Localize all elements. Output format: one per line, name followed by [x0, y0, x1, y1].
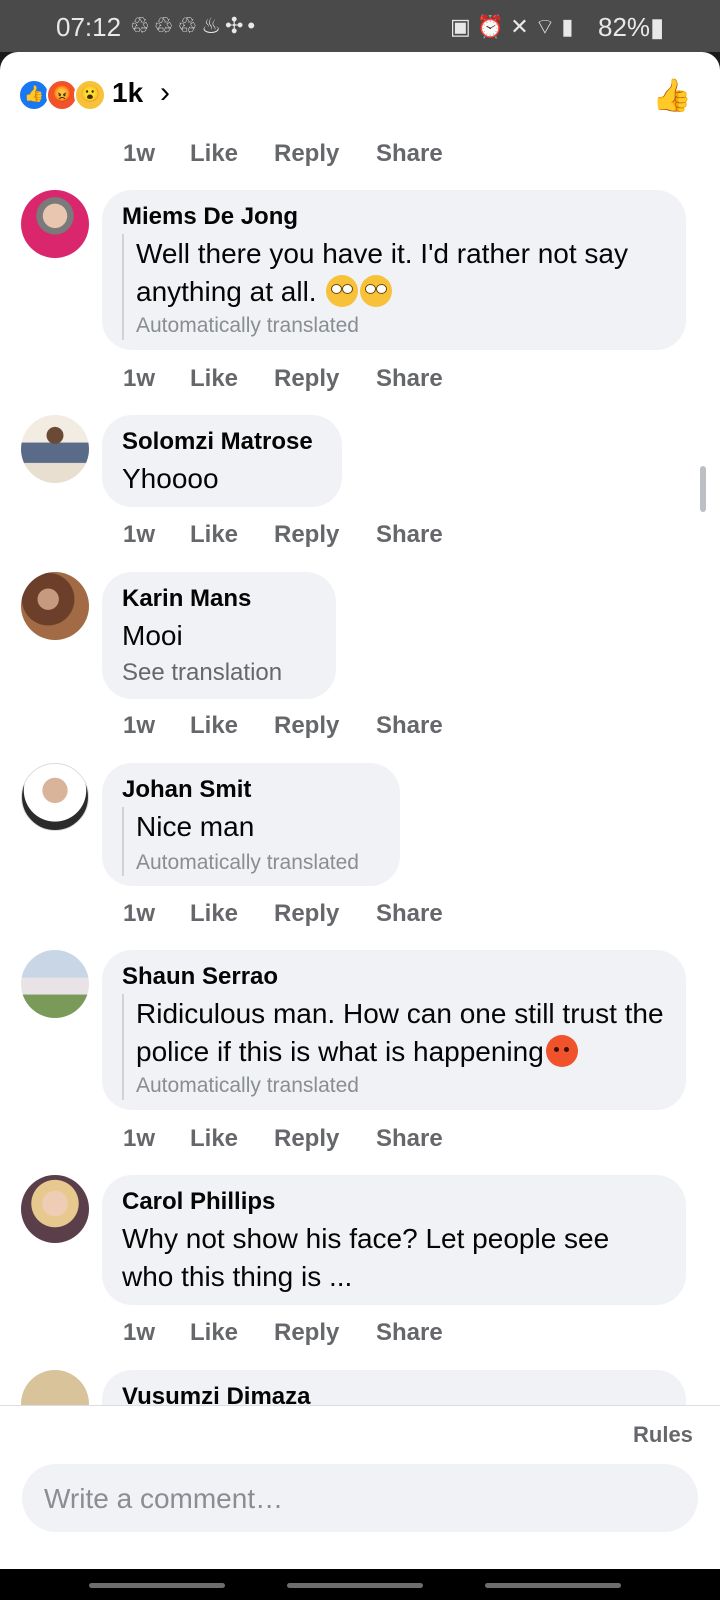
- comment-text: Ridiculous man. How can one still trust …: [136, 998, 664, 1067]
- comment-bubble[interactable]: Karin Mans Mooi See translation: [102, 572, 336, 699]
- auto-translated-label: Automatically translated: [136, 314, 359, 337]
- comment-footer: Rules: [0, 1405, 720, 1569]
- commenter-name[interactable]: Carol Phillips: [122, 1188, 275, 1216]
- like-link[interactable]: Like: [190, 140, 238, 168]
- dot-icon: •: [247, 13, 260, 38]
- comment-text: Why not show his face? Let people see wh…: [122, 1223, 610, 1292]
- reaction-count: 1k: [112, 77, 144, 108]
- reply-link[interactable]: Reply: [274, 1319, 339, 1347]
- see-translation-link[interactable]: See translation: [122, 659, 282, 687]
- nav-recents-icon[interactable]: [89, 1583, 225, 1588]
- share-link[interactable]: Share: [376, 521, 443, 549]
- navigation-bar: [0, 1569, 720, 1600]
- comments-sheet: 👍 😡 😮 1k › 👍 1w Like Reply Share Miems D…: [0, 52, 720, 1569]
- rules-link[interactable]: Rules: [633, 1422, 693, 1448]
- like-link[interactable]: Like: [190, 521, 238, 549]
- like-button-icon[interactable]: 👍: [652, 76, 692, 114]
- wifi-icon: ⌔: [534, 14, 562, 39]
- angry-emoji-icon: [545, 1035, 578, 1067]
- app-icon: ✣: [224, 13, 248, 38]
- signal-icon: ▮: [561, 14, 580, 39]
- commenter-name[interactable]: Shaun Serrao: [122, 963, 278, 991]
- like-link[interactable]: Like: [190, 712, 238, 740]
- reply-link[interactable]: Reply: [274, 900, 339, 928]
- commenter-name[interactable]: Solomzi Matrose: [122, 428, 313, 456]
- battery-saver-icon: ▣: [450, 14, 477, 39]
- comment-text: Well there you have it. I'd rather not s…: [136, 238, 628, 307]
- chevron-right-icon[interactable]: ›: [160, 76, 170, 110]
- share-link[interactable]: Share: [376, 712, 443, 740]
- avatar[interactable]: [21, 415, 89, 483]
- auto-translated-label: Automatically translated: [136, 851, 359, 874]
- status-bar: 07:12 ♲♲♲♨✣• ▣⏰✕⌔▮ 82%▮: [0, 0, 720, 52]
- comment-input[interactable]: [42, 1464, 676, 1534]
- rolling-eyes-emoji-icon: [326, 275, 359, 307]
- comment-time: 1w: [123, 712, 156, 739]
- battery-level: 82%▮: [598, 12, 665, 42]
- avatar[interactable]: [21, 190, 89, 258]
- comment-bubble[interactable]: Shaun Serrao Ridiculous man. How can one…: [102, 950, 686, 1110]
- sync-icon: ♲: [130, 13, 154, 38]
- notification-icons: ♲♲♲♨✣•: [130, 13, 259, 39]
- sync-icon: ♲: [153, 13, 178, 38]
- avatar[interactable]: [21, 950, 89, 1018]
- reply-link[interactable]: Reply: [274, 140, 339, 168]
- avatar[interactable]: [21, 763, 89, 831]
- nav-back-icon[interactable]: [485, 1583, 621, 1588]
- comment-text: Mooi: [122, 620, 183, 651]
- comment-bubble[interactable]: Miems De Jong Well there you have it. I'…: [102, 190, 686, 350]
- commenter-name[interactable]: Miems De Jong: [122, 203, 298, 231]
- comment-time: 1w: [123, 140, 156, 167]
- alarm-icon: ⏰: [476, 14, 511, 39]
- comment-bubble[interactable]: Carol Phillips Why not show his face? Le…: [102, 1175, 686, 1305]
- share-link[interactable]: Share: [376, 140, 443, 168]
- share-link[interactable]: Share: [376, 900, 443, 928]
- comment-list[interactable]: 1w Like Reply Share Miems De Jong Well t…: [0, 132, 720, 1485]
- comment-text: Yhoooo: [122, 463, 219, 494]
- comment-bubble[interactable]: Solomzi Matrose Yhoooo: [102, 415, 342, 507]
- translation-bar: [122, 234, 124, 340]
- like-link[interactable]: Like: [190, 1125, 238, 1153]
- translation-bar: [122, 807, 124, 876]
- scrollbar-thumb[interactable]: [700, 466, 706, 512]
- reactions-header[interactable]: 👍 😡 😮 1k › 👍: [0, 52, 720, 132]
- share-link[interactable]: Share: [376, 1125, 443, 1153]
- comment-time: 1w: [123, 1125, 156, 1152]
- nav-home-icon[interactable]: [287, 1583, 423, 1588]
- comment-time: 1w: [123, 365, 156, 392]
- comment-time: 1w: [123, 1319, 156, 1346]
- translation-bar: [122, 994, 124, 1100]
- battery-icon: ▮: [650, 12, 665, 42]
- reply-link[interactable]: Reply: [274, 712, 339, 740]
- reply-link[interactable]: Reply: [274, 521, 339, 549]
- comment-bubble[interactable]: Johan Smit Nice man Automatically transl…: [102, 763, 400, 886]
- reply-link[interactable]: Reply: [274, 1125, 339, 1153]
- comment-time: 1w: [123, 900, 156, 927]
- avatar[interactable]: [21, 572, 89, 640]
- share-link[interactable]: Share: [376, 365, 443, 393]
- wow-reaction-icon: 😮: [74, 79, 106, 111]
- commenter-name[interactable]: Johan Smit: [122, 776, 251, 804]
- comment-composer[interactable]: [22, 1464, 698, 1534]
- like-link[interactable]: Like: [190, 1319, 238, 1347]
- comment-text: Nice man: [136, 811, 255, 842]
- comment-time: 1w: [123, 521, 156, 548]
- auto-translated-label: Automatically translated: [136, 1074, 359, 1097]
- sync-icon: ♲: [177, 13, 202, 38]
- like-link[interactable]: Like: [190, 365, 238, 393]
- mute-icon: ✕: [510, 14, 535, 39]
- system-icons: ▣⏰✕⌔▮: [450, 13, 579, 41]
- status-time: 07:12: [56, 12, 122, 42]
- share-link[interactable]: Share: [376, 1319, 443, 1347]
- notification-icon: ♨: [201, 13, 225, 38]
- rolling-eyes-emoji-icon: [360, 275, 393, 307]
- avatar[interactable]: [21, 1175, 89, 1243]
- commenter-name[interactable]: Karin Mans: [122, 585, 251, 613]
- like-link[interactable]: Like: [190, 900, 238, 928]
- reply-link[interactable]: Reply: [274, 365, 339, 393]
